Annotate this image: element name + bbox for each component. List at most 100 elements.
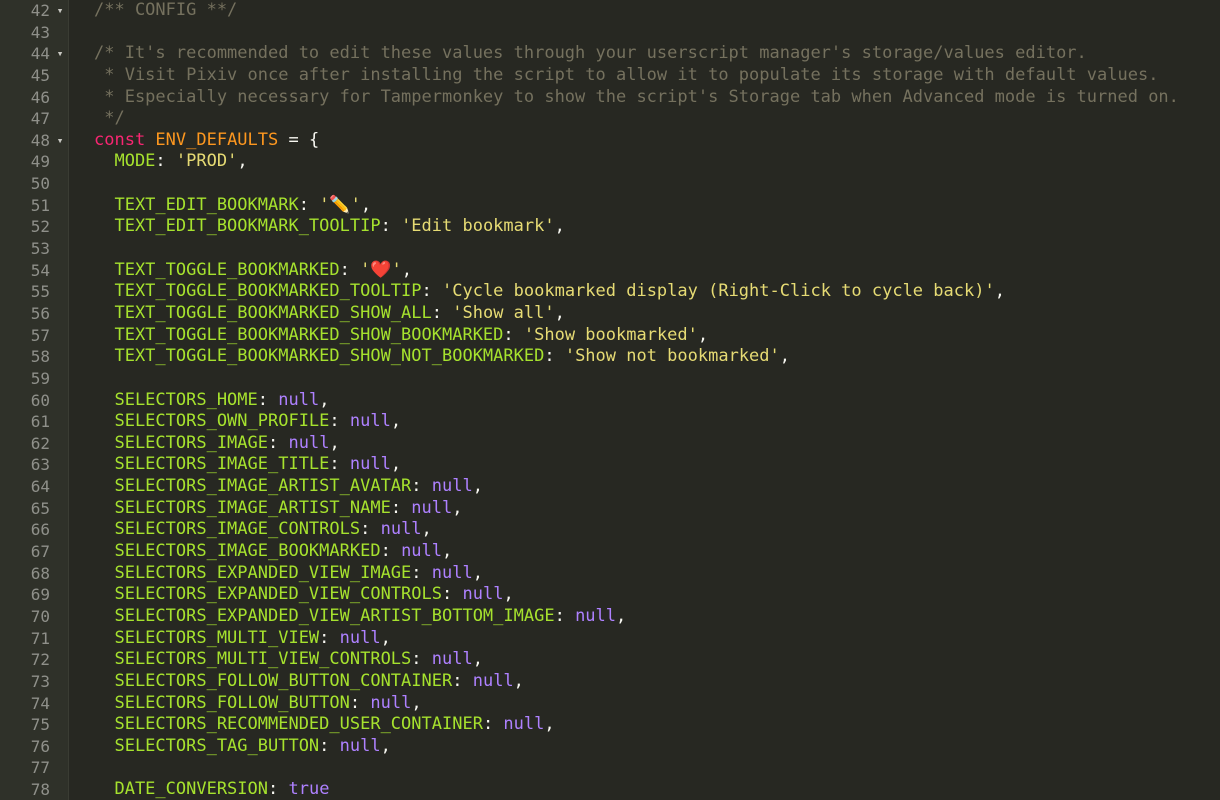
code-token: SELECTORS_RECOMMENDED_USER_CONTAINER bbox=[94, 714, 483, 735]
code-token: null bbox=[278, 389, 320, 410]
code-line[interactable]: 68 SELECTORS_EXPANDED_VIEW_IMAGE: null, bbox=[0, 563, 1220, 585]
code-token: , bbox=[237, 151, 248, 172]
code-line[interactable]: 44 ▾ /* It's recommended to edit these val… bbox=[0, 43, 1220, 65]
code-token: SELECTORS_MULTI_VIEW bbox=[94, 627, 320, 648]
line-number: 73 bbox=[30, 671, 50, 691]
line-number: 72 bbox=[30, 650, 50, 670]
code-token: : bbox=[442, 584, 463, 605]
code-token: '❤️' bbox=[360, 259, 402, 280]
code-token: : bbox=[319, 735, 340, 756]
code-line[interactable]: 75 SELECTORS_RECOMMENDED_USER_CONTAINER:… bbox=[0, 714, 1220, 736]
code-line[interactable]: 49 MODE: 'PROD', bbox=[0, 151, 1220, 173]
code-line[interactable]: 64 SELECTORS_IMAGE_ARTIST_AVATAR: null, bbox=[0, 476, 1220, 498]
code-token: null bbox=[431, 476, 473, 497]
code-token: , bbox=[401, 259, 413, 280]
code-token: 'Show not bookmarked' bbox=[564, 346, 780, 367]
code-token: SELECTORS_FOLLOW_BUTTON_CONTAINER bbox=[94, 670, 453, 691]
code-token: null bbox=[401, 541, 443, 562]
line-number: 67 bbox=[30, 542, 50, 562]
line-content: TEXT_TOGGLE_BOOKMARKED_SHOW_ALL: 'Show a… bbox=[94, 302, 564, 325]
code-area[interactable]: 42 ▾/** CONFIG **/43 44 ▾/* It's recommende… bbox=[0, 0, 1220, 800]
code-token: TEXT_TOGGLE_BOOKMARKED_SHOW_ALL bbox=[94, 302, 432, 323]
code-line[interactable]: 62 SELECTORS_IMAGE: null, bbox=[0, 433, 1220, 455]
line-number: 60 bbox=[30, 390, 50, 410]
code-line[interactable]: 57 TEXT_TOGGLE_BOOKMARKED_SHOW_BOOKMARKE… bbox=[0, 325, 1220, 347]
code-token: 'Cycle bookmarked display (Right-Click t… bbox=[442, 281, 995, 302]
code-line[interactable]: 78 DATE_CONVERSION: true bbox=[0, 779, 1220, 800]
code-token: SELECTORS_IMAGE_TITLE bbox=[94, 454, 330, 475]
code-line[interactable]: 63 SELECTORS_IMAGE_TITLE: null, bbox=[0, 454, 1220, 476]
code-token: SELECTORS_EXPANDED_VIEW_CONTROLS bbox=[94, 584, 442, 605]
line-number: 54 bbox=[30, 260, 50, 280]
line-number: 70 bbox=[30, 606, 50, 626]
code-line[interactable]: 76 SELECTORS_TAG_BUTTON: null, bbox=[0, 736, 1220, 758]
code-line[interactable]: 53 bbox=[0, 238, 1220, 260]
code-line[interactable]: 70 SELECTORS_EXPANDED_VIEW_ARTIST_BOTTOM… bbox=[0, 606, 1220, 628]
code-token: , bbox=[779, 346, 791, 367]
line-number: 78 bbox=[30, 780, 50, 800]
code-token: : bbox=[411, 649, 432, 670]
code-line[interactable]: 60 SELECTORS_HOME: null, bbox=[0, 390, 1220, 412]
code-token: null bbox=[431, 562, 473, 583]
fold-arrow-icon[interactable]: ▾ bbox=[54, 130, 66, 152]
code-token: : bbox=[554, 605, 576, 626]
code-token: TEXT_EDIT_BOOKMARK_TOOLTIP bbox=[94, 216, 381, 237]
code-token: , bbox=[554, 216, 565, 237]
fold-arrow-icon[interactable]: ▾ bbox=[54, 43, 66, 65]
code-token: TEXT_TOGGLE_BOOKMARKED_SHOW_NOT_BOOKMARK… bbox=[94, 346, 545, 367]
code-token: , bbox=[503, 584, 514, 605]
line-number: 68 bbox=[30, 563, 50, 583]
line-content: SELECTORS_OWN_PROFILE: null, bbox=[94, 411, 401, 433]
code-editor[interactable]: 42 ▾/** CONFIG **/43 44 ▾/* It's recommende… bbox=[0, 0, 1220, 800]
code-token: SELECTORS_IMAGE_ARTIST_NAME bbox=[94, 497, 391, 518]
code-line[interactable]: 71 SELECTORS_MULTI_VIEW: null, bbox=[0, 628, 1220, 650]
line-number: 64 bbox=[30, 477, 50, 497]
code-line[interactable]: 61 SELECTORS_OWN_PROFILE: null, bbox=[0, 411, 1220, 433]
line-content: * Especially necessary for Tampermonkey … bbox=[94, 87, 1179, 109]
code-line[interactable]: 65 SELECTORS_IMAGE_ARTIST_NAME: null, bbox=[0, 498, 1220, 520]
code-line[interactable]: 46 * Especially necessary for Tampermonk… bbox=[0, 87, 1220, 109]
code-line[interactable]: 54 TEXT_TOGGLE_BOOKMARKED: '❤️', bbox=[0, 260, 1220, 282]
code-line[interactable]: 45 * Visit Pixiv once after installing t… bbox=[0, 65, 1220, 87]
line-number: 56 bbox=[30, 303, 50, 323]
line-content: SELECTORS_IMAGE_ARTIST_NAME: null, bbox=[94, 497, 462, 520]
code-token: 'PROD' bbox=[175, 151, 238, 172]
code-token: , bbox=[472, 649, 483, 670]
code-line[interactable]: 58 TEXT_TOGGLE_BOOKMARKED_SHOW_NOT_BOOKM… bbox=[0, 346, 1220, 368]
code-line[interactable]: 50 bbox=[0, 173, 1220, 195]
code-line[interactable]: 43 bbox=[0, 22, 1220, 44]
code-token: : bbox=[503, 324, 524, 345]
line-number: 63 bbox=[30, 455, 50, 475]
code-line[interactable]: 66 SELECTORS_IMAGE_CONTROLS: null, bbox=[0, 519, 1220, 541]
code-token: null bbox=[349, 454, 391, 475]
code-line[interactable]: 56 TEXT_TOGGLE_BOOKMARKED_SHOW_ALL: 'Sho… bbox=[0, 303, 1220, 325]
code-line[interactable]: 47 */ bbox=[0, 108, 1220, 130]
code-token: null bbox=[380, 519, 422, 540]
code-line[interactable]: 67 SELECTORS_IMAGE_BOOKMARKED: null, bbox=[0, 541, 1220, 563]
code-line[interactable]: 42 ▾ /** CONFIG **/ bbox=[0, 0, 1220, 22]
line-number: 46 bbox=[30, 87, 50, 107]
code-token: , bbox=[319, 389, 330, 410]
code-line[interactable]: 55 TEXT_TOGGLE_BOOKMARKED_TOOLTIP: 'Cycl… bbox=[0, 281, 1220, 303]
code-token: : bbox=[390, 497, 412, 518]
code-line[interactable]: 59 bbox=[0, 368, 1220, 390]
code-line[interactable]: 48 ▾ const ENV_DEFAULTS = { bbox=[0, 130, 1220, 152]
code-line[interactable]: 69 SELECTORS_EXPANDED_VIEW_CONTROLS: nul… bbox=[0, 584, 1220, 606]
code-token: SELECTORS_HOME bbox=[94, 389, 258, 410]
code-line[interactable]: 74 SELECTORS_FOLLOW_BUTTON: null, bbox=[0, 693, 1220, 715]
code-token: : bbox=[380, 541, 402, 562]
line-number: 49 bbox=[30, 152, 50, 172]
code-line[interactable]: 52 TEXT_EDIT_BOOKMARK_TOOLTIP: 'Edit boo… bbox=[0, 216, 1220, 238]
line-number: 69 bbox=[30, 585, 50, 605]
line-number: 50 bbox=[30, 174, 50, 194]
fold-arrow-icon[interactable]: ▾ bbox=[54, 0, 66, 22]
code-token: : bbox=[329, 411, 350, 432]
code-line[interactable]: 51 TEXT_EDIT_BOOKMARK: '✏️', bbox=[0, 195, 1220, 217]
code-token: = { bbox=[278, 129, 320, 150]
code-token: TEXT_TOGGLE_BOOKMARKED_TOOLTIP bbox=[94, 281, 422, 302]
code-line[interactable]: 72 SELECTORS_MULTI_VIEW_CONTROLS: null, bbox=[0, 649, 1220, 671]
code-line[interactable]: 73 SELECTORS_FOLLOW_BUTTON_CONTAINER: nu… bbox=[0, 671, 1220, 693]
code-token: : bbox=[298, 194, 320, 215]
code-line[interactable]: 77 bbox=[0, 757, 1220, 779]
line-number: 48 bbox=[30, 130, 50, 150]
